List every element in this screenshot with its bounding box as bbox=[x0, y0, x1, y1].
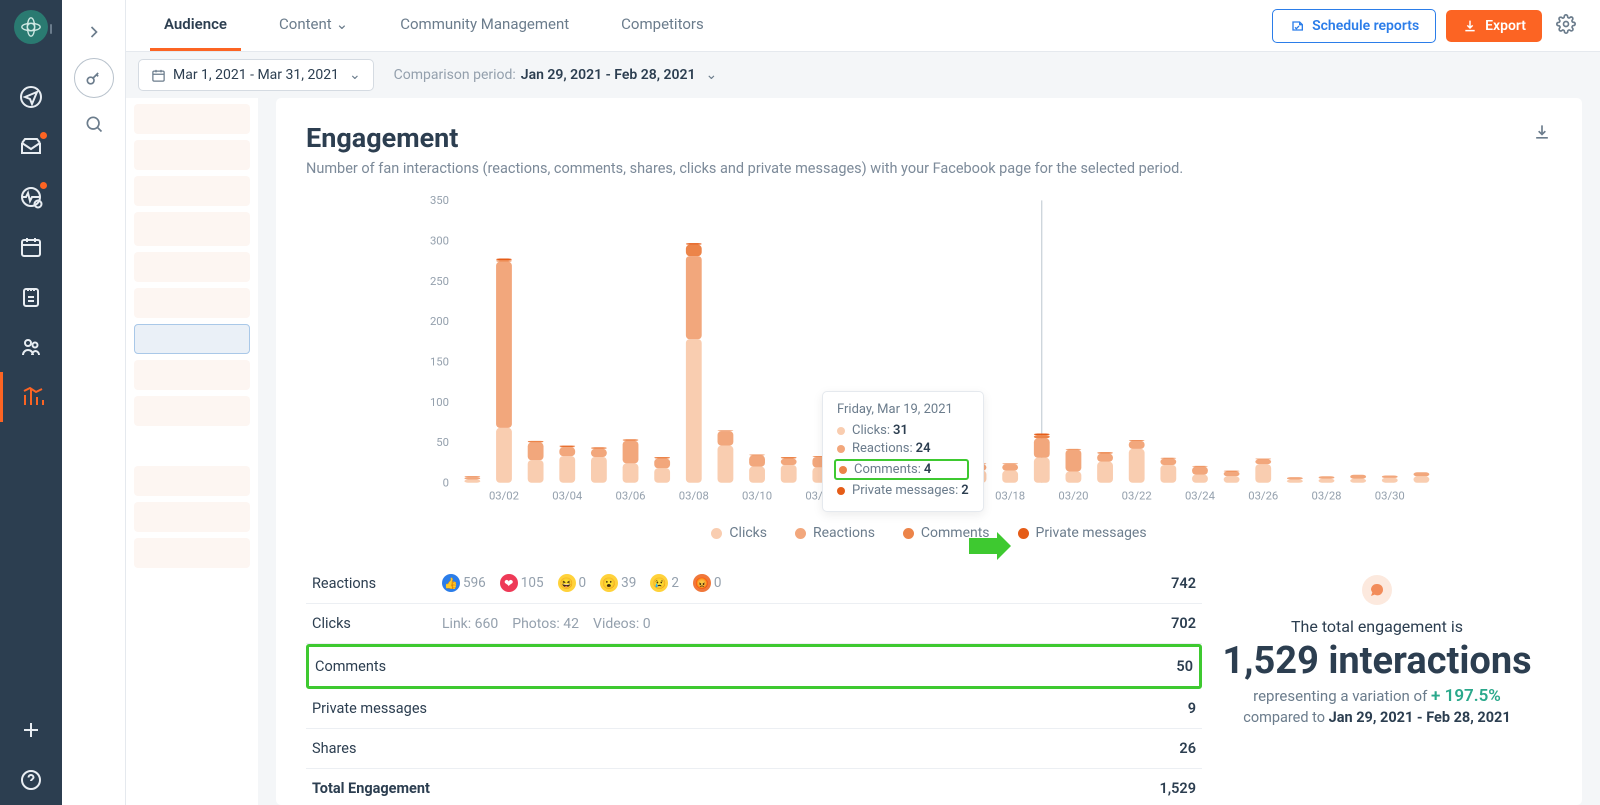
chevron-down-icon: ⌄ bbox=[705, 67, 717, 83]
svg-text:300: 300 bbox=[430, 235, 449, 248]
svg-text:03/06: 03/06 bbox=[616, 490, 646, 503]
chart-legend: Clicks Reactions Comments Private messag… bbox=[306, 525, 1552, 541]
legend-clicks[interactable]: Clicks bbox=[711, 525, 767, 541]
stat-row-private-messages: Private messages 9 bbox=[306, 689, 1202, 729]
tab-content-label: Content bbox=[279, 15, 332, 33]
stat-row-reactions: Reactions 👍596 ❤105 😆0 😮39 😢2 😡0 742 bbox=[306, 563, 1202, 604]
chart-tooltip: Friday, Mar 19, 2021 Clicks: 31 Reaction… bbox=[822, 391, 984, 512]
svg-text:03/30: 03/30 bbox=[1375, 490, 1405, 503]
nav-rail bbox=[0, 0, 62, 805]
svg-text:03/20: 03/20 bbox=[1058, 490, 1088, 503]
download-icon[interactable] bbox=[1532, 122, 1552, 146]
summary-line3: compared to Jan 29, 2021 - Feb 28, 2021 bbox=[1202, 709, 1552, 726]
svg-text:03/04: 03/04 bbox=[552, 490, 583, 503]
svg-text:03/18: 03/18 bbox=[995, 490, 1025, 503]
comparison-range: Jan 29, 2021 - Feb 28, 2021 bbox=[521, 67, 696, 83]
engagement-chart: 0 50 100 150 200 250 300 350 03/02 03/04 03/06 03/0… bbox=[306, 191, 1552, 515]
tab-community-management[interactable]: Community Management bbox=[386, 0, 583, 51]
summary-big: 1,529 interactions bbox=[1202, 639, 1552, 683]
tab-audience[interactable]: Audience bbox=[150, 0, 241, 51]
nav-publish-icon[interactable] bbox=[0, 72, 62, 122]
nav-calendar-icon[interactable] bbox=[0, 222, 62, 272]
svg-text:03/08: 03/08 bbox=[679, 490, 709, 503]
comparison-label: Comparison period: bbox=[394, 67, 516, 83]
date-bar: Mar 1, 2021 - Mar 31, 2021 ⌄ Comparison … bbox=[126, 52, 1600, 98]
svg-text:03/28: 03/28 bbox=[1312, 490, 1342, 503]
stat-row-total: Total Engagement 1,529 bbox=[306, 769, 1202, 805]
gear-icon[interactable] bbox=[1556, 14, 1576, 38]
nav-help-icon[interactable] bbox=[0, 755, 62, 805]
date-range-picker[interactable]: Mar 1, 2021 - Mar 31, 2021 ⌄ bbox=[138, 59, 374, 91]
svg-text:03/02: 03/02 bbox=[489, 490, 519, 503]
chevron-down-icon: ⌄ bbox=[349, 67, 361, 83]
chat-icon bbox=[1362, 575, 1392, 605]
svg-text:250: 250 bbox=[430, 275, 449, 288]
subnav-key-icon[interactable] bbox=[74, 58, 114, 98]
app-logo[interactable] bbox=[14, 10, 48, 44]
svg-text:50: 50 bbox=[436, 436, 449, 449]
tooltip-date: Friday, Mar 19, 2021 bbox=[837, 402, 969, 417]
summary-box: The total engagement is 1,529 interactio… bbox=[1202, 563, 1552, 805]
svg-text:03/22: 03/22 bbox=[1122, 490, 1152, 503]
stats-table: Reactions 👍596 ❤105 😆0 😮39 😢2 😡0 742 bbox=[306, 563, 1202, 805]
svg-text:03/26: 03/26 bbox=[1248, 490, 1278, 503]
engagement-card: Engagement Number of fan interactions (r… bbox=[276, 98, 1582, 805]
svg-text:100: 100 bbox=[430, 396, 449, 409]
subnav-search-icon[interactable] bbox=[74, 104, 114, 144]
top-tabs: Audience Content⌄ Community Management C… bbox=[126, 0, 1600, 52]
nav-add-icon[interactable] bbox=[0, 705, 62, 755]
tab-content[interactable]: Content⌄ bbox=[265, 0, 362, 51]
svg-text:03/24: 03/24 bbox=[1185, 490, 1216, 503]
stat-row-shares: Shares 26 bbox=[306, 729, 1202, 769]
side-panel bbox=[126, 98, 258, 805]
svg-text:150: 150 bbox=[430, 356, 449, 369]
comparison-period-picker[interactable]: Comparison period: Jan 29, 2021 - Feb 28… bbox=[394, 67, 718, 83]
stat-row-comments: Comments 50 bbox=[306, 644, 1202, 689]
nav-notes-icon[interactable] bbox=[0, 272, 62, 322]
stat-row-clicks: Clicks Link: 660Photos: 42Videos: 0 702 bbox=[306, 604, 1202, 644]
sub-rail bbox=[62, 0, 126, 805]
svg-text:0: 0 bbox=[443, 477, 449, 490]
schedule-reports-button[interactable]: Schedule reports bbox=[1272, 9, 1436, 43]
svg-text:200: 200 bbox=[430, 315, 449, 328]
main-panel: Audience Content⌄ Community Management C… bbox=[126, 0, 1600, 805]
chevron-down-icon: ⌄ bbox=[336, 15, 349, 33]
export-label: Export bbox=[1485, 18, 1526, 34]
section-title: Engagement bbox=[306, 122, 1183, 154]
highlight-arrow bbox=[969, 538, 997, 554]
summary-line2: representing a variation of + 197.5% bbox=[1202, 686, 1552, 706]
section-subtitle: Number of fan interactions (reactions, c… bbox=[306, 160, 1183, 177]
summary-line1: The total engagement is bbox=[1202, 617, 1552, 636]
nav-listen-icon[interactable] bbox=[0, 172, 62, 222]
export-button[interactable]: Export bbox=[1446, 10, 1542, 42]
legend-reactions[interactable]: Reactions bbox=[795, 525, 875, 541]
nav-analytics-icon[interactable] bbox=[0, 372, 62, 422]
date-range-label: Mar 1, 2021 - Mar 31, 2021 bbox=[173, 67, 339, 83]
nav-inbox-icon[interactable] bbox=[0, 122, 62, 172]
svg-text:350: 350 bbox=[430, 194, 449, 207]
schedule-label: Schedule reports bbox=[1312, 18, 1419, 34]
legend-private-messages[interactable]: Private messages bbox=[1018, 525, 1147, 541]
nav-team-icon[interactable] bbox=[0, 322, 62, 372]
svg-text:03/10: 03/10 bbox=[742, 490, 772, 503]
tab-competitors[interactable]: Competitors bbox=[607, 0, 718, 51]
subnav-expand-icon[interactable] bbox=[74, 12, 114, 52]
